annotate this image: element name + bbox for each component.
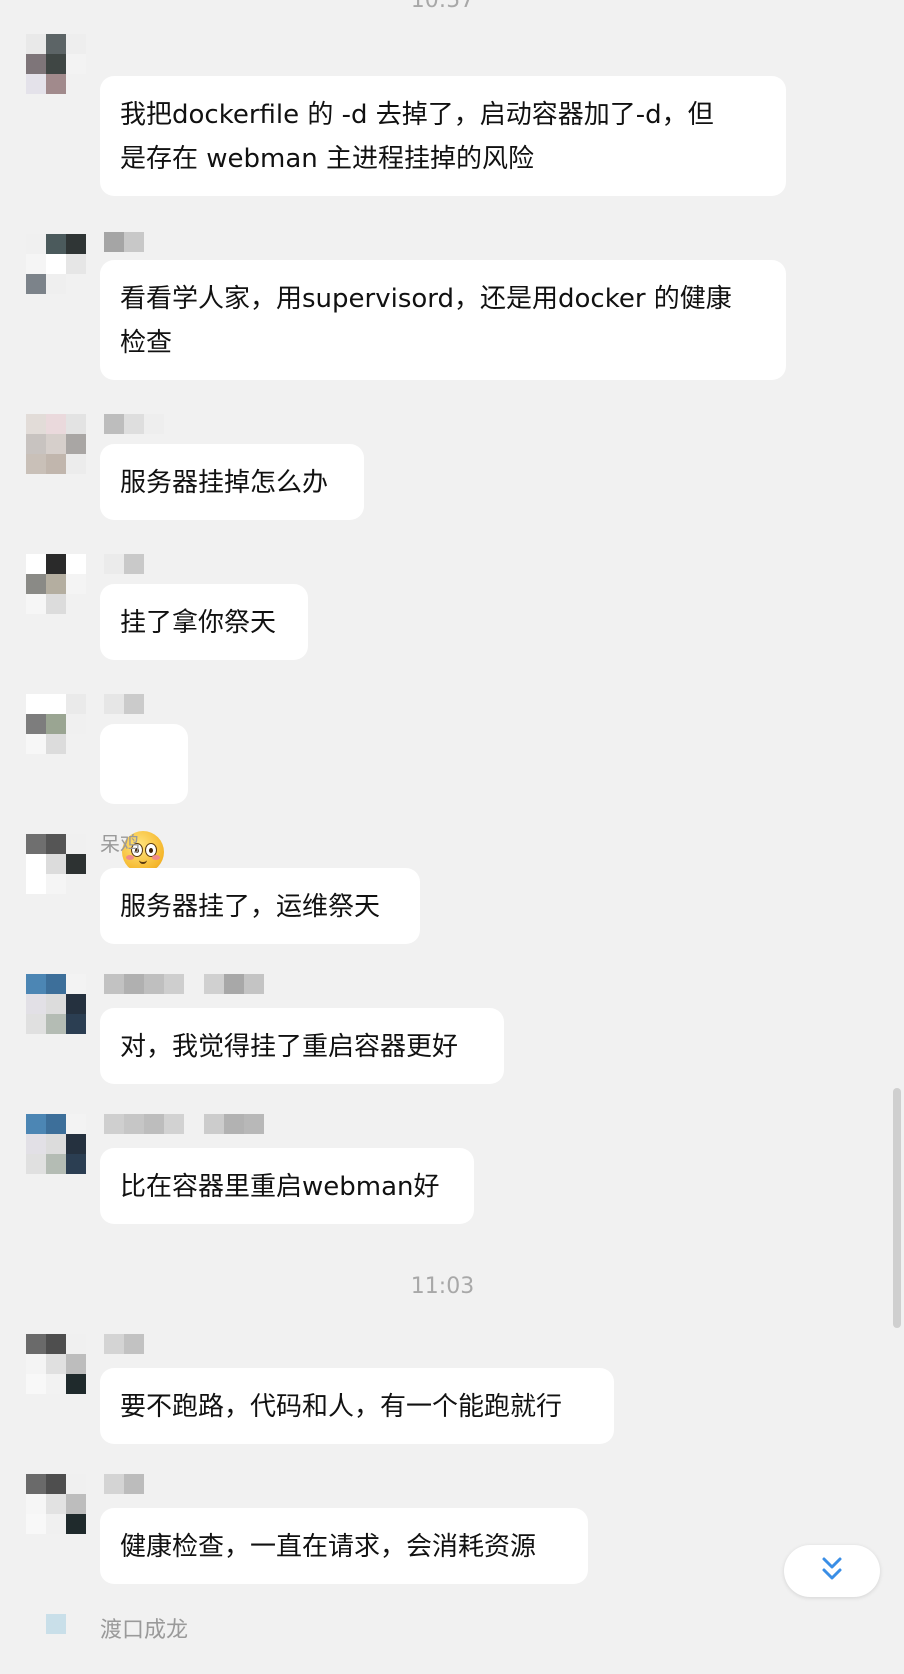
message-bubble[interactable] (100, 724, 188, 873)
message-bubble[interactable]: 服务器挂了，运维祭天 (100, 868, 420, 944)
avatar[interactable] (26, 554, 86, 614)
avatar[interactable] (26, 1334, 86, 1394)
sender-name-blurred (104, 554, 144, 574)
avatar[interactable] (26, 694, 86, 754)
scrollbar-thumb[interactable] (893, 1088, 901, 1328)
message-bubble[interactable]: 对，我觉得挂了重启容器更好 (100, 1008, 504, 1084)
sender-name-blurred (104, 1334, 144, 1354)
avatar[interactable] (26, 234, 86, 294)
sender-name-blurred (104, 232, 144, 252)
sender-name-blurred (104, 694, 144, 714)
double-chevron-down-icon (821, 1555, 843, 1587)
sender-name-blurred (104, 974, 264, 994)
timestamp: 11:03 (410, 1274, 475, 1299)
sender-name: 渡口成龙 (100, 1618, 189, 1643)
timestamp-top: 10:57 (410, 0, 475, 13)
sender-name: 呆鸡 (100, 832, 140, 856)
message-bubble[interactable]: 比在容器里重启webman好 (100, 1148, 474, 1224)
avatar[interactable] (26, 1114, 86, 1174)
avatar[interactable] (26, 414, 86, 474)
message-bubble[interactable]: 健康检查，一直在请求，会消耗资源 (100, 1508, 588, 1584)
message-bubble[interactable]: 挂了拿你祭天 (100, 584, 308, 660)
sender-name-blurred (104, 1474, 144, 1494)
message-bubble[interactable]: 服务器挂掉怎么办 (100, 444, 364, 520)
avatar[interactable] (26, 1614, 86, 1674)
avatar[interactable] (26, 834, 86, 894)
avatar[interactable] (26, 1474, 86, 1534)
message-bubble[interactable]: 要不跑路，代码和人，有一个能跑就行 (100, 1368, 614, 1444)
sender-name-blurred (104, 1114, 264, 1134)
scroll-to-bottom-button[interactable] (784, 1545, 880, 1597)
message-bubble[interactable]: 我把dockerfile 的 -d 去掉了，启动容器加了-d，但 是存在 web… (100, 76, 786, 196)
avatar[interactable] (26, 974, 86, 1034)
message-bubble[interactable]: 看看学人家，用supervisord，还是用docker 的健康 检查 (100, 260, 786, 380)
avatar[interactable] (26, 34, 86, 94)
sender-name-blurred (104, 414, 164, 434)
